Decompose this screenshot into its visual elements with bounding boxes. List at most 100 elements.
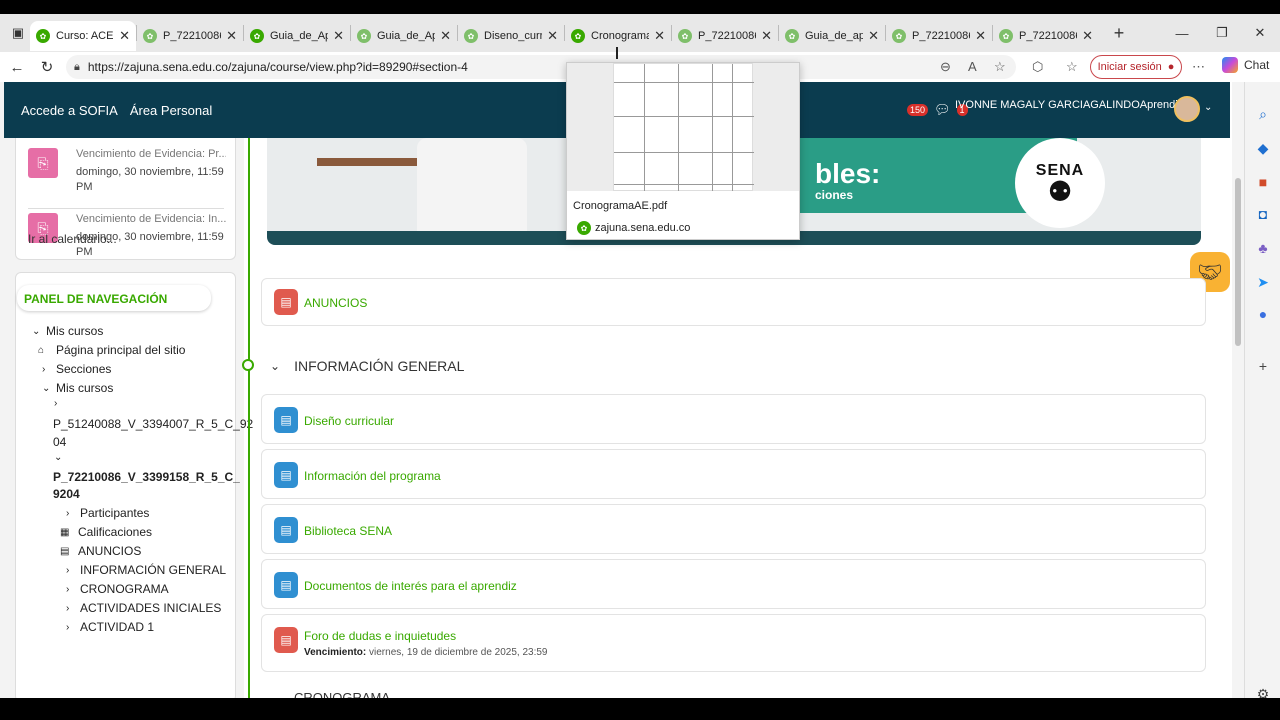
nav-item[interactable]: › CRONOGRAMA [66,582,169,596]
tab-actions-icon[interactable]: ▣ [6,21,30,45]
activity-link[interactable]: Diseño curricular [304,414,394,428]
chevron-down-icon: ⌄ [32,325,41,337]
close-tab-icon[interactable]: ✕ [868,28,879,44]
chevron-right-icon: › [42,363,46,375]
chevron-right-icon[interactable]: › [54,398,64,409]
nav-item[interactable]: 04 [53,435,66,449]
restore-icon[interactable]: ❐ [1202,14,1242,52]
tab[interactable]: ✿Guia_de_Apr✕ [244,21,350,51]
new-tab-icon[interactable]: + [1107,23,1131,44]
activity-card[interactable]: ▤ Diseño curricular [261,394,1206,444]
copilot-chat-button[interactable]: Chat [1222,57,1269,73]
activity-link[interactable]: Información del programa [304,469,441,483]
nav-item-current-course[interactable]: P_72210086_V_3399158_R_5_C_ [53,470,240,484]
activity-link[interactable]: Foro de dudas e inquietudes [304,629,456,643]
list-item[interactable]: ⎘ Vencimiento de Evidencia: Pr... doming… [28,138,226,196]
nav-item[interactable]: › Participantes [66,506,149,520]
sofia-link[interactable]: Accede a SOFIA [21,103,118,118]
chevron-down-icon[interactable]: ⌄ [1204,102,1212,113]
nav-item[interactable]: P_51240088_V_3394007_R_5_C_92 [53,417,253,431]
tab[interactable]: ✿ Diseno_curri ✕ [458,21,564,51]
close-tab-icon[interactable]: ✕ [654,28,665,44]
outlook-icon[interactable]: ◘ [1253,206,1273,226]
close-tab-icon[interactable]: ✕ [761,28,772,44]
back-icon[interactable]: ← [2,59,32,76]
address-bar[interactable]: 🔒︎ https://zajuna.sena.edu.co/zajuna/cou… [66,55,1016,79]
read-aloud-icon[interactable]: A [968,59,977,74]
section-title: INFORMACIÓN GENERAL [294,358,465,374]
nav-item[interactable]: › ACTIVIDAD 1 [66,620,154,634]
close-tab-icon[interactable]: ✕ [119,28,130,44]
banner-heading: bles: [815,158,881,189]
search-icon[interactable]: ⌕ [1253,106,1273,126]
nav-item-current-course[interactable]: 9204 [53,487,80,501]
send-icon[interactable]: ➤ [1253,274,1273,294]
section-header[interactable]: ⌄ INFORMACIÓN GENERAL [270,358,464,374]
favorite-star-icon[interactable]: ☆ [994,59,1006,75]
tab[interactable]: ✿Curso: ACEIT✕ [30,21,136,51]
reload-icon[interactable]: ↻ [32,58,62,76]
sena-logo: SENA ⚉ [1015,138,1105,228]
chevron-down-icon[interactable]: ⌄ [54,452,64,463]
close-tab-icon[interactable]: ✕ [440,28,451,44]
minimize-icon[interactable]: — [1162,14,1202,52]
close-tab-icon[interactable]: ✕ [547,28,558,44]
close-tab-icon[interactable]: ✕ [1082,28,1093,44]
activity-card[interactable]: ▤ Información del programa [261,449,1206,499]
more-menu-icon[interactable]: ⋯ [1192,59,1205,75]
nav-item[interactable]: ⌄ Mis cursos [42,381,113,395]
page-icon: ▤ [274,407,298,433]
nav-item[interactable]: › INFORMACIÓN GENERAL [66,563,226,577]
activity-link[interactable]: Documentos de interés para el aprendiz [304,579,517,593]
user-name[interactable]: IVONNE MAGALY GARCIAGALINDOAprendiz [955,99,1183,111]
tab[interactable]: ✿ Guia_de_apr ✕ [779,21,885,51]
scroll-thumb[interactable] [1235,178,1241,346]
messages-icon[interactable]: 💬︎ [934,102,951,118]
nav-item[interactable]: ▦ Calificaciones [60,525,152,539]
close-tab-icon[interactable]: ✕ [333,28,344,44]
tab[interactable]: ✿ P_72210086 ✕ [137,21,243,51]
close-window-icon[interactable]: ✕ [1240,14,1280,52]
personal-area-link[interactable]: Área Personal [130,103,212,118]
chevron-down-icon[interactable]: ⌄ [270,359,280,373]
tab[interactable]: ✿ P_72210086 ✕ [993,21,1099,51]
sena-favicon-icon: ✿ [464,29,478,43]
nav-item[interactable]: ⌄ Mis cursos [32,324,103,338]
drop-icon[interactable]: ● [1253,306,1273,326]
games-icon[interactable]: ♣ [1253,240,1273,260]
tools-icon[interactable]: ■ [1253,174,1273,194]
shopping-tag-icon[interactable]: ◆ [1253,140,1273,160]
add-sidebar-app-icon[interactable]: + [1253,358,1273,378]
grades-table-icon: ▦ [60,526,70,538]
tab-hover-preview[interactable]: CronogramaAE.pdf ✿ zajuna.sena.edu.co [566,62,800,240]
activity-card[interactable]: ▤ Foro de dudas e inquietudes Vencimient… [261,614,1206,672]
tab[interactable]: ✿Guia_de_Apr✕ [351,21,457,51]
lock-icon: 🔒︎ [74,60,80,73]
nav-item[interactable]: ▤ ANUNCIOS [60,544,141,558]
go-to-calendar-link[interactable]: Ir al calendario... [28,232,117,246]
signin-button[interactable]: Iniciar sesión ● [1090,55,1182,79]
favorites-icon[interactable]: ☆ [1066,59,1078,75]
tab[interactable]: ✿ P_72210086 ✕ [886,21,992,51]
notifications-bell-icon[interactable]: 150 [907,104,929,116]
tab-strip: ▣ ✿Curso: ACEIT✕ ✿P_72210086✕ ✿Guia_de_A… [0,14,1280,52]
close-tab-icon[interactable]: ✕ [975,28,986,44]
page-scrollbar[interactable] [1232,82,1244,698]
chevron-right-icon: › [66,564,70,576]
activity-card[interactable]: ▤ Documentos de interés para el aprendiz [261,559,1206,609]
extensions-icon[interactable]: ⬡ [1032,59,1043,75]
forum-icon: ▤ [60,545,70,557]
nav-item[interactable]: › ACTIVIDADES INICIALES [66,601,221,615]
activity-card[interactable]: ▤ ANUNCIOS [261,278,1206,326]
tab[interactable]: ✿ P_72210086 ✕ [672,21,778,51]
zoom-icon[interactable]: ⊖ [940,59,951,75]
section-title[interactable]: CRONOGRAMA [294,690,390,698]
activity-link[interactable]: Biblioteca SENA [304,524,392,538]
settings-gear-icon[interactable]: ⚙ [1253,686,1273,698]
activity-card[interactable]: ▤ Biblioteca SENA [261,504,1206,554]
nav-item[interactable]: ⌂ Página principal del sitio [38,343,185,357]
close-tab-icon[interactable]: ✕ [226,28,237,44]
avatar[interactable] [1174,96,1200,122]
activity-link[interactable]: ANUNCIOS [304,296,367,310]
nav-item[interactable]: › Secciones [42,362,111,376]
